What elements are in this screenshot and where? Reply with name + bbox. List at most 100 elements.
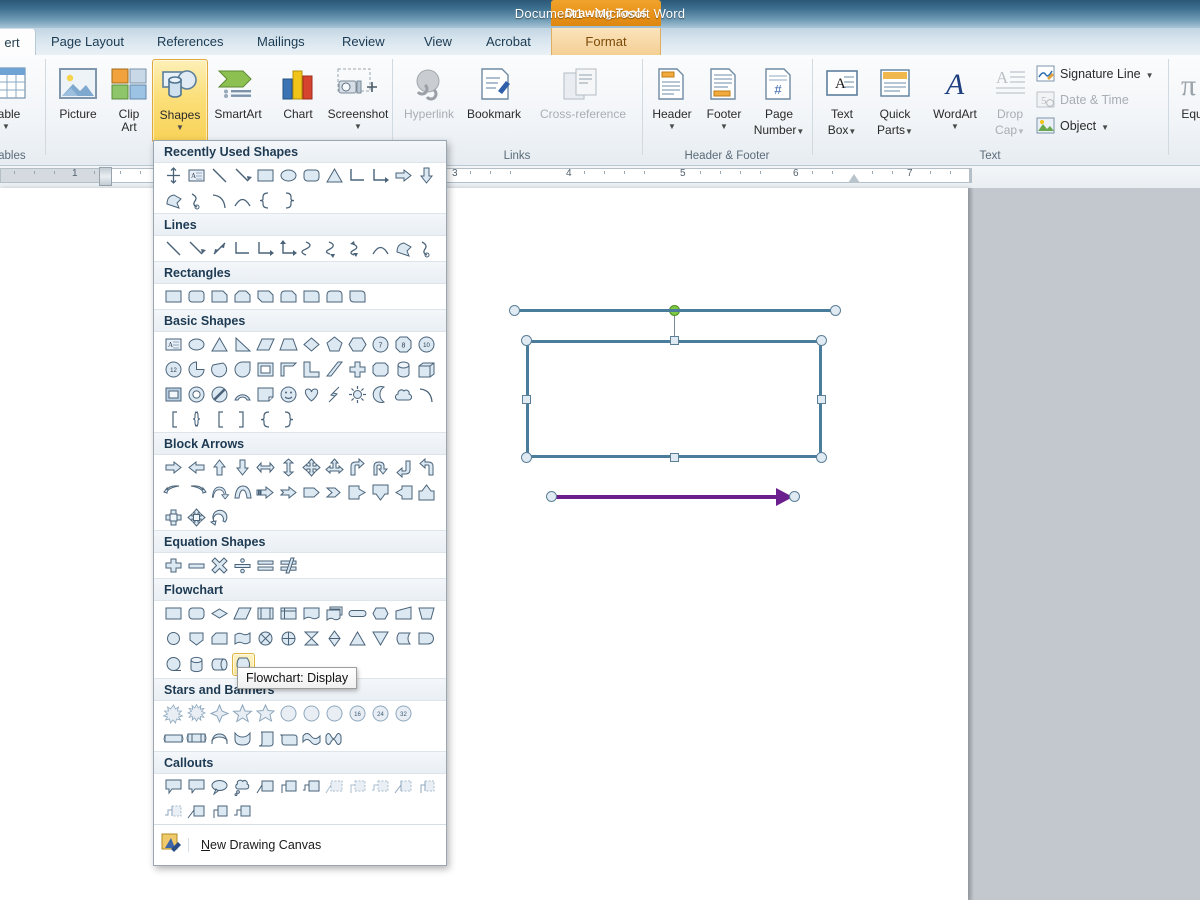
shape-snip-single-corner-rectangle[interactable]: [209, 286, 230, 307]
shape-bent-up-arrow[interactable]: [416, 457, 437, 478]
shape-rectangle[interactable]: [255, 165, 276, 186]
shape-star-7-point[interactable]: [278, 703, 299, 724]
shape-curved-arrow-connector[interactable]: [324, 238, 345, 259]
shape-flowchart-terminator[interactable]: [347, 603, 368, 624]
shape-quad-arrow[interactable]: [301, 457, 322, 478]
shape-scribble[interactable]: [186, 190, 207, 211]
selection-handle-bottom-right[interactable]: [816, 452, 827, 463]
tab-mailings[interactable]: Mailings: [248, 28, 314, 55]
new-drawing-canvas-menu-item[interactable]: New Drawing Canvas: [154, 824, 446, 865]
selection-handle-top-right[interactable]: [816, 335, 827, 346]
shape-star-8-point[interactable]: [301, 703, 322, 724]
shape-snip-diagonal-corner-rectangle[interactable]: [255, 286, 276, 307]
tab-review[interactable]: Review: [333, 28, 394, 55]
shape-elbow-connector[interactable]: [347, 165, 368, 186]
shape-line-callout-3-no-border[interactable]: [232, 801, 253, 822]
shape-right-bracket[interactable]: [232, 409, 253, 430]
shape-explosion-1[interactable]: [163, 703, 184, 724]
shape-flowchart-document[interactable]: [301, 603, 322, 624]
shape-no-symbol[interactable]: [209, 384, 230, 405]
shape-pie[interactable]: [186, 359, 207, 380]
shape-elbow-connector[interactable]: [232, 238, 253, 259]
shape-line[interactable]: [209, 165, 230, 186]
shapes-button[interactable]: Shapes ▼: [152, 59, 208, 143]
shape-arc[interactable]: [209, 190, 230, 211]
shape-flowchart-summing-junction[interactable]: [255, 628, 276, 649]
shape-flowchart-off-page-connector[interactable]: [186, 628, 207, 649]
shape-right-brace[interactable]: [278, 409, 299, 430]
chevron-down-icon[interactable]: ▼: [1101, 123, 1109, 132]
shape-freeform[interactable]: [163, 190, 184, 211]
shape-division-sign[interactable]: [232, 555, 253, 576]
signature-line-button[interactable]: Signature Line▼: [1036, 62, 1154, 87]
shape-rectangular-callout[interactable]: [163, 776, 184, 797]
selection-handle-top-center[interactable]: [670, 336, 679, 345]
shape-line-arrow[interactable]: [232, 165, 253, 186]
shape-star-16-point[interactable]: 16: [347, 703, 368, 724]
shape-flowchart-alternate-process[interactable]: [186, 603, 207, 624]
footer-button[interactable]: Footer ▼: [696, 59, 752, 143]
shape-bevel[interactable]: [163, 384, 184, 405]
clip-art-button[interactable]: Clip Art: [101, 59, 157, 143]
group-handle-left[interactable]: [509, 305, 520, 316]
shape-star-32-point[interactable]: 32: [393, 703, 414, 724]
shape-donut[interactable]: [186, 384, 207, 405]
shape-elbow-arrow-connector[interactable]: [370, 165, 391, 186]
chevron-down-icon[interactable]: ▼: [696, 122, 752, 132]
shape-star-24-point[interactable]: 24: [370, 703, 391, 724]
shape-flowchart-card[interactable]: [209, 628, 230, 649]
tab-format[interactable]: Format: [551, 28, 661, 55]
shape-down-arrow[interactable]: [232, 457, 253, 478]
shape-flowchart-merge[interactable]: [370, 628, 391, 649]
shape-arc-curve[interactable]: [232, 190, 253, 211]
tab-insert[interactable]: ert: [0, 28, 36, 55]
shape-octagon[interactable]: 8: [393, 334, 414, 355]
shape-decagon[interactable]: 10: [416, 334, 437, 355]
shape-right-brace[interactable]: [278, 190, 299, 211]
shape-smiley-face[interactable]: [278, 384, 299, 405]
shape-vertical-scroll[interactable]: [255, 728, 276, 749]
selection-handle-bottom-center[interactable]: [670, 453, 679, 462]
shape-rounded-rectangle[interactable]: [186, 286, 207, 307]
page-number-button[interactable]: # Page Number▼: [748, 59, 810, 143]
chevron-down-icon[interactable]: ▼: [0, 122, 34, 132]
shape-flowchart-connector[interactable]: [163, 628, 184, 649]
shape-equal-sign[interactable]: [255, 555, 276, 576]
header-button[interactable]: Header ▼: [644, 59, 700, 143]
chevron-down-icon[interactable]: ▼: [905, 127, 913, 137]
tab-page-layout[interactable]: Page Layout: [42, 28, 133, 55]
shape-round-diagonal-corner-rectangle[interactable]: [347, 286, 368, 307]
shape-curved-double-arrow-connector[interactable]: [347, 238, 368, 259]
shape-chevron-arrow[interactable]: [324, 482, 345, 503]
shape-line-callout-2[interactable]: [278, 776, 299, 797]
shape-flowchart-process[interactable]: [163, 603, 184, 624]
shape-line-double-arrow[interactable]: [209, 238, 230, 259]
shape-flowchart-preparation[interactable]: [370, 603, 391, 624]
shape-curved-connector[interactable]: [301, 238, 322, 259]
document-page[interactable]: [0, 188, 968, 900]
shape-rounded-rectangle[interactable]: [301, 165, 322, 186]
shape-double-wave[interactable]: [324, 728, 345, 749]
shape-right-arrow[interactable]: [163, 457, 184, 478]
shape-line-callout-1[interactable]: [255, 776, 276, 797]
shape-line-callout-2-accent[interactable]: [416, 776, 437, 797]
arrow-handle-end[interactable]: [789, 491, 800, 502]
shape-heart[interactable]: [301, 384, 322, 405]
shape-left-up-arrow[interactable]: [393, 457, 414, 478]
shape-flowchart-punched-tape[interactable]: [232, 628, 253, 649]
shape-u-turn-arrow[interactable]: [370, 457, 391, 478]
shapes-gallery-dropdown[interactable]: Recently Used Shapes A Lines Rectangles …: [153, 140, 447, 866]
chevron-down-icon[interactable]: ▼: [924, 122, 986, 132]
shape-left-right-up-arrow[interactable]: [324, 457, 345, 478]
shape-text-box[interactable]: A: [163, 334, 184, 355]
shape-flowchart-collate[interactable]: [301, 628, 322, 649]
shape-circular-arrow[interactable]: [209, 507, 230, 528]
shape-curved-right-arrow[interactable]: [186, 482, 207, 503]
shape-scribble[interactable]: [416, 238, 437, 259]
shape-line-callout-2-no-border[interactable]: [209, 801, 230, 822]
shape-elbow-double-arrow-connector[interactable]: [278, 238, 299, 259]
shape-curved-up-ribbon[interactable]: [209, 728, 230, 749]
shape-rectangle[interactable]: [163, 286, 184, 307]
shape-up-ribbon[interactable]: [163, 728, 184, 749]
shape-line-callout-1-accent[interactable]: [393, 776, 414, 797]
